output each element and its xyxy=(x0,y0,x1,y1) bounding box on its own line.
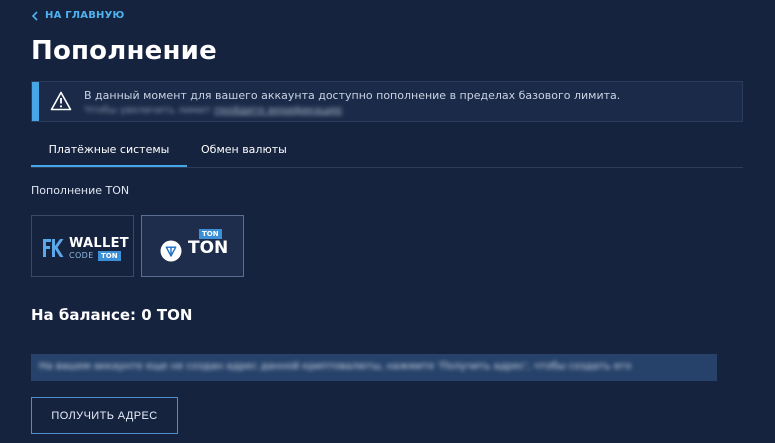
tab-currency-exchange[interactable]: Обмен валюты xyxy=(201,143,287,167)
payment-tabs: Платёжные системы Обмен валюты xyxy=(31,141,743,168)
notice-text: На вашем аккаунте еще не создан адрес да… xyxy=(39,361,632,372)
get-address-button[interactable]: ПОЛУЧИТЬ АДРЕС xyxy=(31,397,178,434)
back-to-home-link[interactable]: НА ГЛАВНУЮ xyxy=(31,10,124,21)
no-address-notice: На вашем аккаунте еще не создан адрес да… xyxy=(31,354,717,381)
warning-icon xyxy=(50,91,72,111)
wallet-ton-badge: TON xyxy=(98,251,121,261)
tab-payment-systems[interactable]: Платёжные системы xyxy=(31,143,187,167)
section-label: Пополнение TON xyxy=(31,184,130,197)
method-fk-wallet[interactable]: WALLET CODE TON xyxy=(31,215,134,277)
ton-logo-icon xyxy=(160,240,182,262)
wallet-title: WALLET xyxy=(69,236,129,251)
ton-word: TON xyxy=(188,238,229,258)
wallet-code: CODE xyxy=(69,251,94,260)
alert-accent-bar xyxy=(32,82,39,121)
balance-text: На балансе: 0 TON xyxy=(31,306,193,324)
alert-message: В данный момент для вашего аккаунта дост… xyxy=(84,89,621,102)
method-ton[interactable]: TON TON xyxy=(141,215,244,277)
page-title: Пополнение xyxy=(31,36,217,66)
chevron-left-icon xyxy=(31,10,38,21)
back-link-label: НА ГЛАВНУЮ xyxy=(45,10,125,21)
alert-sub-text: Чтобы увеличить лимит xyxy=(84,105,211,116)
alert-submessage: Чтобы увеличить лимит пройдите верификац… xyxy=(84,105,342,116)
verification-link[interactable]: пройдите верификацию xyxy=(214,105,342,116)
fk-logo-icon xyxy=(43,239,64,257)
limit-alert: В данный момент для вашего аккаунта дост… xyxy=(31,81,743,122)
